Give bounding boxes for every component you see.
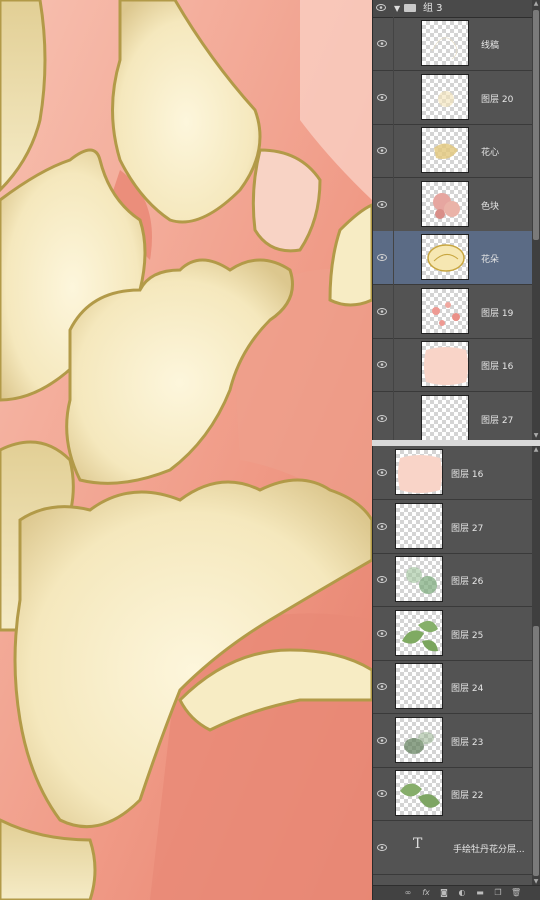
group-indent-bar [393,338,394,392]
layer-thumbnail [395,770,443,816]
text-layer-icon: T [413,835,423,852]
layer-name: 手绘牡丹花分层... [453,844,525,855]
layer-group-row[interactable]: ▼ 组 3 [373,0,533,18]
layers-panel-footer: ∞ fx ◙ ◐ ▬ ❐ 🗑 [373,885,540,900]
group-indent-bar [393,124,394,178]
group-name: 组 3 [423,3,443,14]
layers-scrollbar[interactable]: ▲ ▼ [532,0,540,440]
layer-thumbnail [395,609,443,656]
scrollbar-thumb[interactable] [533,626,539,876]
group-indent-bar [393,177,394,232]
layer-row[interactable]: 图层 22 [373,767,533,821]
visibility-eye-icon[interactable] [377,790,387,797]
trash-icon[interactable]: 🗑 [511,888,521,897]
layer-name: 图层 22 [451,791,484,801]
group-indent-bar [393,17,394,71]
visibility-eye-icon[interactable] [377,414,387,422]
layer-name: 图层 23 [451,737,484,748]
new-layer-icon[interactable]: ❐ [493,888,503,897]
layer-row[interactable]: 图层 23 [373,714,533,768]
scrollbar-thumb[interactable] [533,10,539,240]
layer-thumbnail [395,556,443,602]
layer-name: 图层 19 [481,308,514,319]
layer-thumbnail [421,234,469,280]
layer-thumbnail [421,394,469,440]
layer-name: 图层 27 [451,523,484,534]
layer-row[interactable]: 线稿 [373,17,533,71]
visibility-eye-icon[interactable] [377,147,387,154]
layer-thumbnail [421,20,469,66]
layer-row[interactable]: 图层 16 [373,338,533,392]
layer-row[interactable]: 图层 24 [373,660,533,714]
visibility-eye-icon[interactable] [376,4,386,11]
layer-name: 图层 26 [451,577,484,587]
visibility-eye-icon[interactable] [377,576,387,583]
adjustment-icon[interactable]: ◐ [457,888,467,897]
layer-thumbnail [395,502,443,549]
visibility-eye-icon[interactable] [377,40,387,47]
visibility-eye-icon[interactable] [377,522,387,530]
layer-thumbnail [421,127,469,173]
link-icon[interactable]: ∞ [403,888,413,897]
visibility-eye-icon[interactable] [377,683,387,690]
peony-artwork [0,0,372,900]
layer-thumbnail [395,716,443,763]
layer-row[interactable]: 图层 16 [373,446,533,500]
group-indent-bar [393,70,394,125]
visibility-eye-icon[interactable] [377,843,387,851]
layer-name: 花心 [481,148,500,158]
folder-icon[interactable]: ▬ [475,888,485,897]
drawing-canvas[interactable] [0,0,372,900]
scroll-up-icon[interactable]: ▲ [532,0,540,8]
layer-row[interactable]: 图层 25 [373,607,533,661]
layer-name: 色块 [481,201,500,212]
layers-scrollbar-bottom[interactable]: ▲ ▼ [532,446,540,886]
visibility-eye-icon[interactable] [377,629,387,637]
layer-thumbnail [421,287,469,334]
layer-name: 线稿 [481,41,500,51]
group-indent-bar [393,284,394,339]
layer-row[interactable]: 图层 26 [373,553,533,607]
visibility-eye-icon[interactable] [377,93,387,101]
visibility-eye-icon[interactable] [377,254,387,261]
layer-thumbnail [421,73,469,120]
layers-panel-bottom: 图层 16 图层 27 图层 26 图层 25 图层 24 图层 23 图层 22 T 手绘牡丹… [372,446,540,900]
layer-row[interactable]: 花心 [373,124,533,178]
visibility-eye-icon[interactable] [377,200,387,208]
layer-row[interactable]: 图层 19 [373,284,533,339]
visibility-eye-icon[interactable] [377,361,387,368]
layer-row[interactable]: 花朵 [373,231,533,285]
expand-arrow-icon[interactable]: ▼ [394,0,400,17]
layer-name: 图层 25 [451,630,484,641]
layer-name: 花朵 [481,255,500,265]
layer-row[interactable]: 图层 20 [373,70,533,125]
layer-thumbnail [395,449,443,495]
visibility-eye-icon[interactable] [377,307,387,315]
layer-thumbnail [421,180,469,227]
group-indent-bar [393,231,394,285]
visibility-eye-icon[interactable] [377,736,387,744]
mask-icon[interactable]: ◙ [439,888,449,897]
layer-name: 图层 16 [481,362,514,372]
scroll-up-icon[interactable]: ▲ [532,446,540,454]
layer-row[interactable]: 图层 27 [373,391,533,440]
layer-thumbnail [395,663,443,709]
layer-row[interactable]: 色块 [373,177,533,232]
layer-row[interactable]: T 手绘牡丹花分层... [373,821,533,875]
layer-name: 图层 16 [451,470,484,480]
layer-thumbnail [421,341,469,387]
fx-icon[interactable]: fx [421,888,431,897]
folder-icon [404,4,416,12]
layer-name: 图层 27 [481,415,514,426]
layer-name: 图层 24 [451,684,484,694]
layer-name: 图层 20 [481,94,514,105]
visibility-eye-icon[interactable] [377,469,387,476]
group-indent-bar [393,391,394,440]
layer-row[interactable]: 图层 27 [373,500,533,554]
layers-panel-top: ▼ 组 3 线稿图层 20 花心色块花朵图层 19 图层 16 图层 27 ▲ ▼ [372,0,540,440]
scroll-down-icon[interactable]: ▼ [532,432,540,440]
